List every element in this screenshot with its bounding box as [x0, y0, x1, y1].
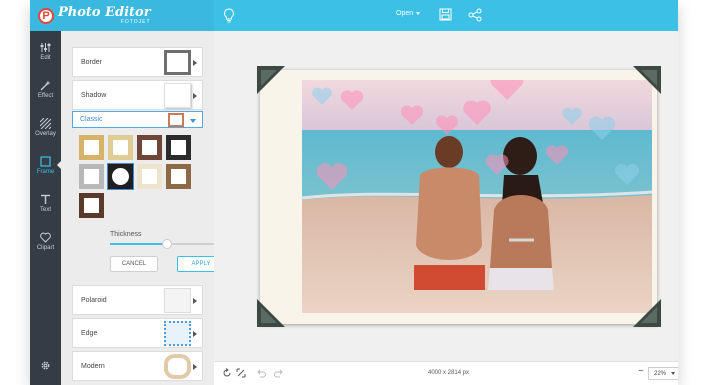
brown-wood-frame-swatch[interactable] [137, 135, 162, 160]
dark-wood-frame-swatch[interactable] [79, 193, 104, 218]
swatch-inner [142, 169, 157, 184]
swatch-inner [171, 169, 186, 184]
zoom-value: 22% [654, 370, 667, 377]
chevron-right-icon [193, 364, 197, 370]
swatch-inner [84, 198, 99, 213]
gear-icon[interactable] [40, 360, 51, 371]
chevron-down-icon [671, 372, 675, 375]
open-label: Open [396, 10, 414, 17]
square-icon [40, 155, 51, 167]
thickness-slider-fill [110, 243, 167, 245]
compare-icon[interactable] [236, 368, 246, 378]
border-thumbnail [164, 50, 191, 75]
bronze-frame-swatch[interactable] [166, 164, 191, 189]
modern-label: Modern [81, 363, 105, 370]
top-bar: P Photo Editor FOTOJET Open [30, 0, 678, 31]
share-icon[interactable] [468, 8, 482, 22]
magic-wand-icon [40, 80, 51, 90]
black-frame-swatch[interactable] [166, 135, 191, 160]
bottom-toolbar: 4000 x 2814 px − 22% + [214, 361, 678, 385]
frame-corner-top-right [633, 66, 661, 94]
nav-item-overlay[interactable]: Overlay [30, 112, 61, 142]
chevron-right-icon [193, 298, 197, 304]
frame-style-value: Classic [80, 116, 103, 123]
chevron-down-icon [416, 12, 421, 15]
edge-row[interactable]: Edge [72, 318, 203, 348]
swatch-inner [171, 140, 186, 155]
frame-corner-bottom-left [257, 299, 285, 327]
app-window: P Photo Editor FOTOJET Open Edit Effect … [30, 0, 678, 385]
brand-subtitle: FOTOJET [120, 19, 151, 25]
polaroid-row[interactable]: Polaroid [72, 285, 203, 315]
silver-frame-swatch[interactable] [79, 164, 104, 189]
text-t-icon [41, 194, 50, 204]
hatch-icon [40, 117, 51, 129]
classic-thumbnail [168, 113, 184, 127]
cream-frame-swatch[interactable] [137, 164, 162, 189]
chevron-right-icon [193, 93, 197, 99]
brand-text: Photo Editor FOTOJET [58, 6, 151, 25]
beach-couple-photo[interactable] [302, 80, 652, 313]
zoom-select[interactable]: 22% [648, 367, 678, 380]
polaroid-thumbnail [164, 288, 191, 313]
logo[interactable]: P Photo Editor FOTOJET [30, 0, 214, 31]
chevron-right-icon [193, 60, 197, 66]
frame-style-select[interactable]: Classic [72, 111, 203, 128]
image-dimensions: 4000 x 2814 px [428, 370, 470, 376]
swatch-inner [84, 140, 99, 155]
shadow-thumbnail [164, 83, 191, 108]
black-ornate-frame-swatch[interactable] [107, 163, 134, 190]
frame-panel: Border Shadow Classic Polaroid Edge Mode… [61, 31, 214, 385]
shadow-label: Shadow [81, 92, 107, 99]
edge-thumbnail [164, 321, 191, 346]
frame-corner-top-left [257, 66, 285, 94]
nav-label-overlay: Overlay [35, 130, 56, 137]
swatch-inner [113, 140, 128, 155]
nav-item-effect[interactable]: Effect [30, 74, 61, 104]
chevron-down-icon [190, 119, 196, 123]
heart-icon [40, 232, 51, 243]
redo-icon[interactable] [274, 368, 284, 378]
open-menu[interactable]: Open [396, 10, 421, 17]
nav-item-text[interactable]: Text [30, 188, 61, 218]
border-label: Border [81, 59, 103, 66]
zoom-out-button[interactable]: − [638, 366, 644, 377]
modern-thumbnail [164, 354, 191, 379]
undo-icon[interactable] [256, 368, 266, 378]
shadow-row[interactable]: Shadow [72, 80, 203, 110]
thickness-slider-handle[interactable] [161, 239, 172, 249]
polaroid-label: Polaroid [81, 297, 107, 304]
nav-label-edit: Edit [40, 54, 51, 61]
thickness-label: Thickness [110, 231, 142, 238]
swatch-inner [84, 169, 99, 184]
sliders-icon [40, 42, 51, 52]
nav-label-frame: Frame [36, 168, 55, 175]
save-icon[interactable] [439, 8, 452, 21]
modern-row[interactable]: Modern [72, 351, 203, 381]
nav-label-effect: Effect [37, 92, 54, 99]
lightbulb-icon[interactable] [223, 8, 235, 23]
swatch-inner [112, 168, 129, 185]
cancel-button[interactable]: CANCEL [110, 256, 158, 272]
tool-sidebar: Edit Effect Overlay Frame Text Clipart [30, 31, 62, 385]
edge-label: Edge [81, 330, 98, 337]
chevron-right-icon [193, 331, 197, 337]
border-row[interactable]: Border [72, 47, 203, 77]
frame-corner-bottom-right [633, 299, 661, 327]
rotate-icon[interactable] [222, 368, 232, 378]
nav-item-clipart[interactable]: Clipart [30, 226, 61, 256]
brand-title: Photo Editor [58, 5, 151, 20]
nav-label-text: Text [39, 206, 51, 213]
nav-label-clipart: Clipart [36, 244, 55, 251]
brand-badge: P [38, 7, 54, 24]
light-gold-frame-swatch[interactable] [108, 135, 133, 160]
gold-frame-swatch[interactable] [79, 135, 104, 160]
nav-item-edit[interactable]: Edit [30, 36, 61, 66]
swatch-inner [142, 140, 157, 155]
